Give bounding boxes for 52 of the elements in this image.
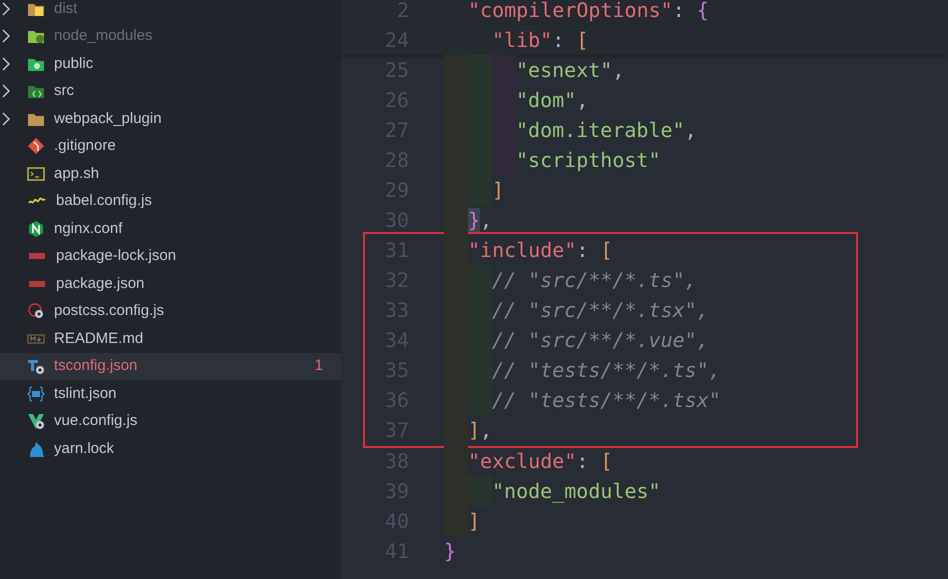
squiggle-icon <box>28 197 46 206</box>
code-line: "include": [ <box>468 237 613 264</box>
file-tree-item[interactable]: tslint.json <box>0 380 341 408</box>
file-tree-item[interactable]: tsconfig.json 1 <box>0 352 341 380</box>
code-line: "compilerOptions": { <box>468 0 709 24</box>
braces-icon <box>27 384 45 403</box>
gear-icon <box>27 357 45 376</box>
code-line: // "tests/**/*.ts", <box>492 357 721 384</box>
file-tree-item[interactable]: package.json <box>0 270 341 298</box>
code-line: "dom.iterable", <box>516 117 697 144</box>
code-line: "exclude": [ <box>468 448 613 475</box>
file-tree-item[interactable]: vue.config.js <box>0 408 341 435</box>
file-tree-item[interactable]: public <box>0 50 341 78</box>
indent-guide <box>444 446 468 476</box>
indent-guide <box>444 415 468 445</box>
code-line: "scripthost" <box>516 147 660 174</box>
code-line: "node_modules" <box>492 478 661 505</box>
code-line: // "tests/**/*.tsx" <box>492 387 721 414</box>
block-icon <box>28 280 46 287</box>
file-tree-item[interactable]: postcss.config.js <box>0 298 341 325</box>
chevron-icon <box>2 29 10 44</box>
code-line: "dom", <box>516 87 588 114</box>
file-tree-item[interactable]: src <box>0 78 341 105</box>
code-line: // "src/**/*.tsx", <box>492 297 709 324</box>
file-tree-item[interactable]: nginx.conf <box>0 215 341 242</box>
diamond-icon <box>27 137 45 156</box>
hexagon-icon <box>27 220 45 238</box>
chevron-icon <box>2 84 10 98</box>
code-line: "esnext", <box>516 57 624 84</box>
code-line: ], <box>468 417 492 444</box>
file-tree-item[interactable]: babel.config.js <box>0 188 341 215</box>
code-line: ] <box>468 508 480 535</box>
file-tree-item[interactable]: package-lock.json <box>0 242 341 270</box>
code-line: } <box>444 538 456 565</box>
chevron-icon <box>2 112 10 126</box>
file-tree-item[interactable]: app.sh <box>0 160 341 188</box>
code-line: // "src/**/*.vue", <box>492 327 709 354</box>
code-line: "lib": [ <box>492 27 588 54</box>
file-tree-item[interactable]: README.md <box>0 325 341 352</box>
code-line: // "src/**/*.ts", <box>492 267 697 294</box>
error-count: 1 <box>314 356 323 376</box>
file-tree-item[interactable]: yarn.lock <box>0 435 341 462</box>
v-shape-icon <box>27 412 45 430</box>
terminal-icon <box>27 164 45 183</box>
chevron-icon <box>2 2 10 16</box>
code-line: ] <box>492 177 504 204</box>
code-line: }, <box>468 207 492 234</box>
block-icon <box>28 253 46 260</box>
chevron-icon <box>2 56 10 71</box>
gear-icon <box>27 302 45 320</box>
file-tree-item[interactable]: webpack_plugin <box>0 105 341 132</box>
file-tree-item[interactable]: .gitignore <box>0 132 341 160</box>
